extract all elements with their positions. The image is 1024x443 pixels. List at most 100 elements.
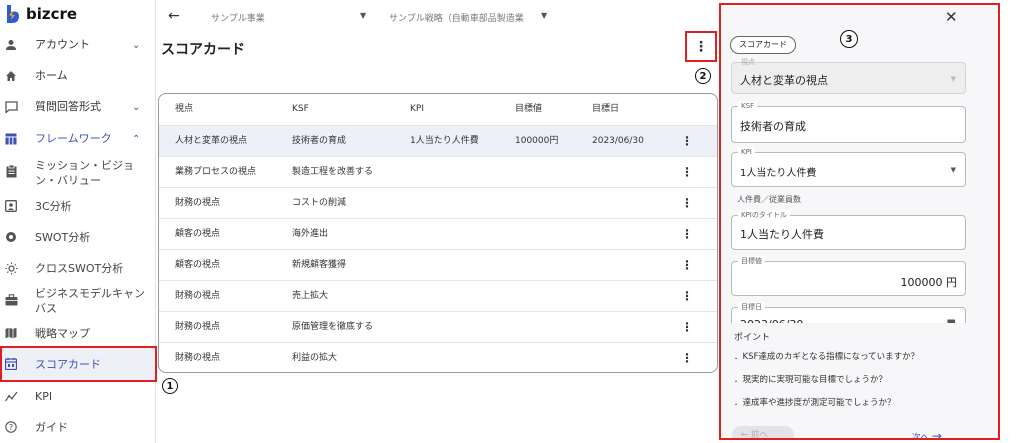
- sidebar-item-label: ガイド: [35, 421, 68, 434]
- kpi-title-field[interactable]: KPIのタイトル 1人当たり人件費: [731, 210, 966, 250]
- sun-icon: [4, 261, 18, 275]
- scorecard-edit-panel: ✕ スコアカード 3 視点 人材と変革の視点 ▼ KSF 技術者の育成 KPI …: [719, 3, 1000, 440]
- field-label: KSF: [738, 101, 758, 111]
- annotation-number-2: 2: [695, 68, 711, 84]
- column-header: 視点: [175, 104, 194, 114]
- table-row[interactable]: 財務の視点 原価管理を徹底する ⋮: [159, 311, 717, 343]
- table-row[interactable]: 業務プロセスの視点 製造工程を改善する ⋮: [159, 156, 717, 188]
- annotation-number-1: 1: [162, 378, 178, 394]
- sidebar-item-guide[interactable]: ? ガイド: [0, 419, 155, 435]
- sidebar-item-qa[interactable]: 質問回答形式 ⌄: [0, 99, 155, 115]
- field-label: 視点: [741, 58, 755, 66]
- annotation-box-2: [685, 31, 717, 62]
- sidebar-item-label: アカウント: [35, 38, 90, 51]
- sidebar-item-label-line1: ビジネスモデルキャン: [35, 287, 145, 300]
- table-cell: 人材と変革の視点: [175, 136, 248, 146]
- table-row[interactable]: 顧客の視点 新規顧客獲得 ⋮: [159, 249, 717, 281]
- sidebar-item-swot[interactable]: SWOT分析: [0, 229, 155, 245]
- table-row[interactable]: 人材と変革の視点 技術者の育成 1人当たり人件費 100000円 2023/06/30 ⋮: [159, 125, 717, 157]
- sidebar-item-label-line1: ミッション・ビジョ: [35, 159, 134, 172]
- tip-item: ．達成率や進捗度が測定可能でしょうか？: [734, 398, 896, 408]
- tips-section: ポイント ．KSF達成のカギとなる指標になっていますか？ ．現実的に実現可能な目…: [721, 323, 998, 440]
- bizcre-logo-icon: [6, 5, 20, 23]
- column-header: KSF: [292, 104, 309, 114]
- annotation-box-1: [0, 346, 157, 382]
- table-row[interactable]: 財務の視点 売上拡大 ⋮: [159, 280, 717, 312]
- clipboard-icon: [4, 164, 18, 178]
- close-icon[interactable]: ✕: [945, 8, 958, 26]
- table-cell: 業務プロセスの視点: [175, 167, 257, 177]
- sidebar-item-framework[interactable]: フレームワーク ⌃: [0, 131, 155, 147]
- person-icon: [4, 38, 18, 52]
- row-more-vert-icon[interactable]: ⋮: [681, 250, 693, 281]
- caret-down-icon[interactable]: ▼: [951, 166, 956, 174]
- scorecard-chip[interactable]: スコアカード: [730, 36, 796, 54]
- breadcrumb-project[interactable]: サンプル事業: [211, 11, 265, 24]
- back-button-label: 前へ: [750, 430, 768, 440]
- caret-down-icon[interactable]: ▼: [360, 11, 366, 20]
- sidebar-item-label-line2: バス: [35, 302, 57, 315]
- chat-icon: [4, 100, 18, 114]
- sidebar-item-3c[interactable]: 3C分析: [0, 198, 155, 214]
- sidebar-item-label: 戦略マップ: [35, 327, 90, 340]
- table-row[interactable]: 財務の視点 利益の拡大 ⋮: [159, 342, 717, 372]
- sidebar-item-kpi[interactable]: KPI: [0, 388, 155, 404]
- column-header: 目標日: [592, 104, 620, 114]
- table-row[interactable]: 顧客の視点 海外進出 ⋮: [159, 218, 717, 250]
- annotation-number-3: 3: [840, 30, 858, 48]
- perspective-select: 視点 人材と変革の視点 ▼: [731, 58, 966, 94]
- row-more-vert-icon[interactable]: ⋮: [681, 343, 693, 372]
- sidebar-item-label: フレームワーク: [35, 132, 112, 145]
- next-button-label: 次へ: [912, 433, 930, 440]
- table-cell: 原価管理を徹底する: [292, 322, 374, 332]
- field-label: 目標日: [738, 302, 765, 312]
- table-row[interactable]: 財務の視点 コストの削減 ⋮: [159, 187, 717, 219]
- row-more-vert-icon[interactable]: ⋮: [681, 126, 693, 157]
- row-more-vert-icon[interactable]: ⋮: [681, 312, 693, 343]
- scorecard-table: 視点 KSF KPI 目標値 目標日 人材と変革の視点 技術者の育成 1人当たり人件…: [158, 93, 718, 373]
- briefcase-icon: [4, 293, 18, 307]
- row-more-vert-icon[interactable]: ⋮: [681, 188, 693, 219]
- field-label: KPI: [738, 147, 755, 157]
- chevron-down-icon: ⌄: [132, 101, 141, 113]
- sidebar-item-home[interactable]: ホーム: [0, 68, 155, 84]
- sidebar-item-label: KPI: [35, 390, 53, 403]
- kpi-helper-text: 人件費／従業員数: [737, 195, 801, 204]
- table-cell: 財務の視点: [175, 291, 221, 301]
- caret-down-icon: ▼: [950, 75, 956, 83]
- ksf-field[interactable]: KSF 技術者の育成: [731, 101, 966, 143]
- sidebar-item-label: 質問回答形式: [35, 100, 101, 113]
- next-button[interactable]: 次へ →: [912, 429, 942, 440]
- row-more-vert-icon[interactable]: ⋮: [681, 281, 693, 312]
- column-header: 目標値: [515, 104, 543, 114]
- breadcrumb-strategy[interactable]: サンプル戦略（自動車部品製造業: [389, 11, 524, 24]
- target-value-field[interactable]: 目標値 100000 円: [731, 256, 966, 296]
- logo[interactable]: bizcre: [6, 3, 77, 25]
- home-icon: [4, 69, 18, 83]
- sidebar-item-strategy-map[interactable]: 戦略マップ: [0, 325, 155, 341]
- kpi-select[interactable]: KPI 1人当たり人件費 ▼: [731, 147, 966, 187]
- app-name: bizcre: [26, 5, 78, 23]
- field-value: 100000 円: [900, 276, 958, 289]
- table-cell: 財務の視点: [175, 353, 221, 363]
- sidebar-item-label-line2: ン・バリュー: [35, 174, 101, 187]
- table-cell: 2023/06/30: [592, 136, 644, 146]
- sidebar-item-bmc[interactable]: ビジネスモデルキャン バス: [0, 284, 155, 318]
- sidebar-item-cross-swot[interactable]: クロスSWOT分析: [0, 260, 155, 276]
- row-more-vert-icon[interactable]: ⋮: [681, 157, 693, 188]
- table-cell: 顧客の視点: [175, 260, 221, 270]
- sidebar-item-account[interactable]: アカウント ⌄: [0, 37, 155, 53]
- chevron-down-icon: ⌄: [132, 39, 141, 51]
- table-cell: 財務の視点: [175, 198, 221, 208]
- back-button[interactable]: ← 前へ: [732, 426, 794, 440]
- map-icon: [4, 326, 18, 340]
- tip-item: ．KSF達成のカギとなる指標になっていますか？: [734, 352, 920, 362]
- row-more-vert-icon[interactable]: ⋮: [681, 219, 693, 250]
- field-value: 人材と変革の視点: [740, 74, 828, 87]
- sidebar-item-mvv[interactable]: ミッション・ビジョ ン・バリュー: [0, 156, 155, 190]
- caret-down-icon[interactable]: ▼: [541, 11, 547, 20]
- column-header: KPI: [410, 104, 424, 114]
- tip-item: ．現実的に実現可能な目標でしょうか？: [734, 375, 888, 385]
- chevron-up-icon: ⌃: [132, 133, 141, 145]
- back-arrow-icon[interactable]: ←: [168, 8, 180, 24]
